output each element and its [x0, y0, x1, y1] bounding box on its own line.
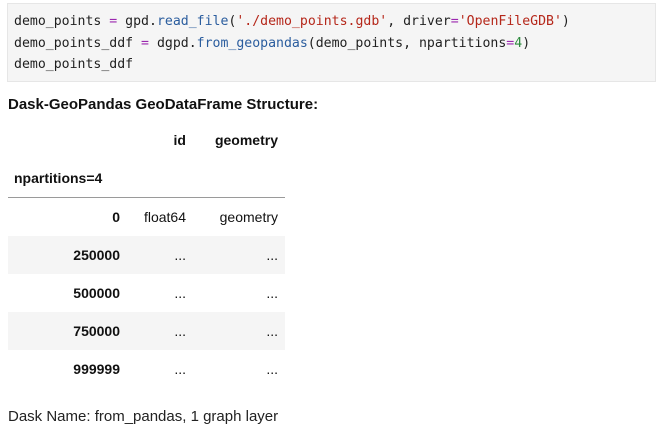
code-line-2: demo_points_ddf = dgpd.from_geopandas(de…: [14, 35, 531, 51]
cell-id: ...: [174, 323, 186, 339]
output-title: Dask-GeoPandas GeoDataFrame Structure:: [8, 96, 319, 113]
table-row: 0 float64 geometry: [8, 198, 285, 236]
row-index: 999999: [73, 361, 120, 377]
table-row: 500000 ... ...: [8, 274, 285, 312]
table-row: 250000 ... ...: [8, 236, 285, 274]
code-line-3: demo_points_ddf: [14, 57, 134, 72]
code-line-1: demo_points = gpd.read_file('./demo_poin…: [14, 14, 570, 29]
cell-geometry: ...: [266, 323, 278, 339]
column-header-id: id: [173, 132, 186, 148]
table-body: 0 float64 geometry 250000 ... ... 500000…: [8, 198, 285, 388]
cell-geometry: ...: [266, 247, 278, 263]
index-name-row: npartitions=4: [8, 159, 285, 197]
table-row: 999999 ... ...: [8, 350, 285, 388]
cell-geometry: ...: [266, 285, 278, 301]
cell-id: ...: [174, 285, 186, 301]
cell-id: ...: [174, 247, 186, 263]
cell-geometry: ...: [266, 361, 278, 377]
cell-id: ...: [174, 361, 186, 377]
dataframe-table: id geometry npartitions=4 0 float64 geom…: [8, 121, 285, 388]
dask-name-footer: Dask Name: from_pandas, 1 graph layer: [8, 408, 279, 425]
row-index: 500000: [73, 285, 120, 301]
table-header-row: id geometry: [8, 121, 285, 159]
index-name: npartitions=4: [14, 170, 103, 186]
row-index: 0: [112, 209, 120, 225]
code-cell[interactable]: demo_points = gpd.read_file('./demo_poin…: [7, 3, 656, 82]
table-row: 750000 ... ...: [8, 312, 285, 350]
row-index: 750000: [73, 323, 120, 339]
row-index: 250000: [73, 247, 120, 263]
cell-id: float64: [143, 209, 186, 225]
column-header-geometry: geometry: [214, 132, 278, 148]
cell-geometry: geometry: [219, 209, 278, 225]
